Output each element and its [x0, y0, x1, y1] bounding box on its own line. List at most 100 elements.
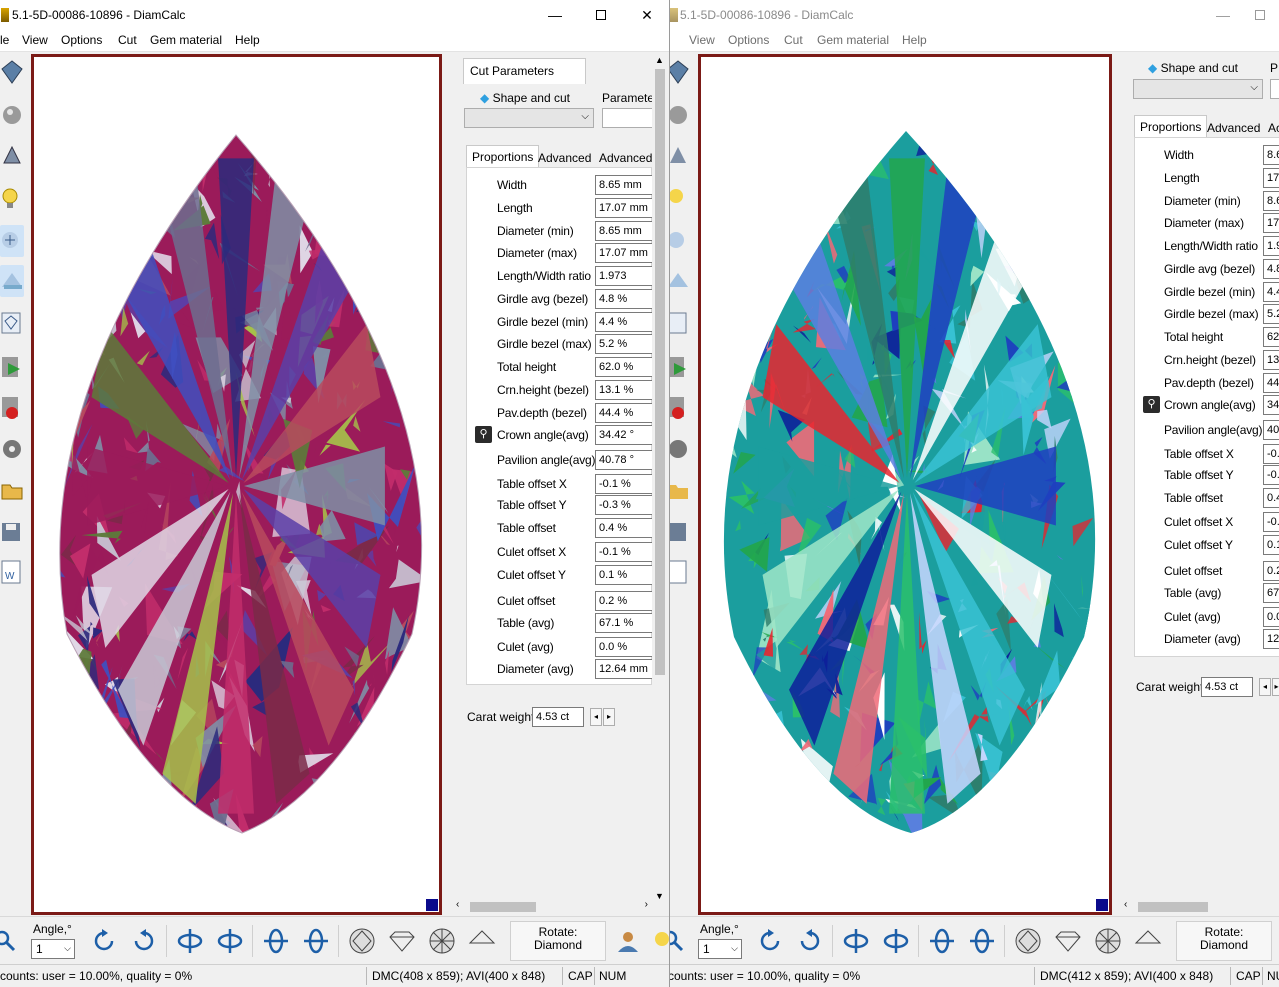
flip-vertical-right-icon[interactable] [880, 925, 912, 957]
param-value-input[interactable]: 67.1 % [595, 613, 653, 633]
play-video-icon[interactable] [0, 351, 24, 383]
pavilion-view-icon[interactable] [1132, 925, 1164, 957]
rotate-cw-icon[interactable] [128, 925, 160, 957]
param-value-input[interactable]: -0. [1263, 465, 1279, 485]
menu-view[interactable]: View [22, 33, 48, 47]
save-icon[interactable] [0, 515, 24, 547]
param-value-input[interactable]: 8.6 [1263, 145, 1279, 165]
diamond-outline-icon[interactable] [668, 307, 692, 339]
param-value-input[interactable]: 4.8 [1263, 259, 1279, 279]
param-value-input[interactable]: 34 [1263, 395, 1279, 415]
param-value-input[interactable]: 13 [1263, 350, 1279, 370]
param-value-input[interactable]: 0.2 [1263, 561, 1279, 581]
carat-decrease-button[interactable]: ◂ [1259, 678, 1271, 696]
tab-cut-parameters[interactable]: Cut Parameters [463, 58, 586, 84]
lock-parameter-icon[interactable]: ⚲ [1143, 396, 1160, 413]
flip-vertical-left-icon[interactable] [840, 925, 872, 957]
document-icon[interactable] [668, 555, 692, 587]
param-value-input[interactable]: 44.4 % [595, 403, 653, 423]
menu-cut[interactable]: Cut [118, 33, 137, 47]
tilt-down-icon[interactable] [300, 925, 332, 957]
top-view-icon[interactable] [346, 925, 378, 957]
param-value-input[interactable]: 0.0 % [595, 637, 653, 657]
subtab-proportions[interactable]: Proportions [466, 145, 540, 167]
param-value-input[interactable]: 17 [1263, 213, 1279, 233]
lightbulb-small-icon[interactable] [646, 925, 669, 957]
rotate-ccw-icon[interactable] [754, 925, 786, 957]
scrollbar-thumb[interactable] [655, 69, 665, 675]
zoom-icon[interactable] [0, 925, 22, 957]
carat-increase-button[interactable]: ▸ [603, 708, 615, 726]
angle-select[interactable]: 1 ⌵ [31, 939, 75, 959]
spectrum-icon[interactable] [0, 265, 24, 297]
panel-horizontal-scrollbar[interactable]: ‹ › [454, 898, 650, 915]
menu-help[interactable]: Help [235, 33, 260, 47]
param-value-input[interactable]: 0.1 [1263, 535, 1279, 555]
subtab-advanced-2[interactable]: Advanced [594, 147, 657, 169]
param-value-input[interactable]: 1.973 [595, 266, 653, 286]
save-icon[interactable] [668, 515, 692, 547]
light-source-icon[interactable] [668, 141, 692, 173]
menu-help[interactable]: Help [902, 33, 927, 47]
open-folder-icon[interactable] [0, 473, 24, 505]
diamond-view-left[interactable] [31, 54, 442, 915]
reel-icon[interactable] [0, 431, 24, 463]
diamond-view-right[interactable] [698, 54, 1112, 915]
lock-parameter-icon[interactable]: ⚲ [475, 426, 492, 443]
panel-vertical-scrollbar[interactable]: ▲ ▼ [652, 55, 668, 901]
subtab-advanced[interactable]: Advanced [533, 147, 596, 169]
side-view-icon[interactable] [386, 925, 418, 957]
open-folder-icon[interactable] [668, 473, 692, 505]
param-value-input[interactable]: 5.2 % [595, 334, 653, 354]
param-value-input[interactable]: 13.1 % [595, 380, 653, 400]
shape-and-cut-select[interactable]: ⌵ [1133, 79, 1263, 99]
subtab-advanced[interactable]: Advanced [1202, 117, 1265, 139]
param-value-input[interactable]: -0. [1263, 444, 1279, 464]
param-value-input[interactable]: 0.4 % [595, 518, 653, 538]
minimize-button[interactable]: — [532, 0, 578, 30]
menu-cut[interactable]: Cut [784, 33, 803, 47]
param-value-input[interactable]: 62.0 % [595, 357, 653, 377]
scroll-right-icon[interactable]: › [645, 899, 648, 910]
scroll-down-icon[interactable]: ▼ [655, 891, 664, 901]
document-icon[interactable]: W [0, 555, 24, 587]
menu-gem-material[interactable]: Gem material [817, 33, 889, 47]
param-value-input[interactable]: 0.2 % [595, 591, 653, 611]
param-value-input[interactable]: 17 [1263, 168, 1279, 188]
shape-and-cut-select[interactable]: ⌵ [464, 108, 594, 128]
param-value-input[interactable]: 4.8 % [595, 289, 653, 309]
record-video-icon[interactable] [0, 391, 24, 423]
param-value-input[interactable]: 17.07 mm [595, 198, 653, 218]
param-value-input[interactable]: 8.65 mm [595, 221, 653, 241]
spectrum-icon[interactable] [668, 265, 692, 297]
scroll-left-icon[interactable]: ‹ [456, 899, 459, 910]
carat-weight-input[interactable]: 4.53 ct [1201, 677, 1253, 697]
record-video-icon[interactable] [668, 391, 692, 423]
param-value-input[interactable]: 44 [1263, 373, 1279, 393]
param-value-input[interactable]: 67 [1263, 583, 1279, 603]
param-value-input[interactable]: 0.0 [1263, 607, 1279, 627]
param-value-input[interactable]: -0. [1263, 512, 1279, 532]
menu-gem-material[interactable]: Gem material [150, 33, 222, 47]
tilt-up-icon[interactable] [926, 925, 958, 957]
maximize-button[interactable] [1240, 0, 1279, 30]
horizontal-scroll-thumb[interactable] [470, 902, 536, 912]
close-button[interactable]: ✕ [624, 0, 669, 30]
subtab-proportions[interactable]: Proportions [1134, 115, 1208, 137]
user-rotate-icon[interactable] [612, 925, 644, 957]
param-value-input[interactable]: 8.6 [1263, 191, 1279, 211]
param-value-input[interactable]: -0.1 % [595, 542, 653, 562]
rotate-ccw-icon[interactable] [88, 925, 120, 957]
scroll-left-icon[interactable]: ‹ [1124, 899, 1127, 910]
zoom-icon[interactable] [668, 925, 690, 957]
side-view-icon[interactable] [1052, 925, 1084, 957]
param-value-input[interactable]: 40.78 ° [595, 450, 653, 470]
carat-weight-input[interactable]: 4.53 ct [532, 707, 584, 727]
param-value-input[interactable]: -0.1 % [595, 474, 653, 494]
horizontal-scroll-thumb[interactable] [1138, 902, 1208, 912]
param-value-input[interactable]: 0.1 % [595, 565, 653, 585]
parameter-input[interactable] [1270, 79, 1279, 99]
menu-file[interactable]: le [0, 33, 9, 47]
diamond-view-icon[interactable] [668, 57, 692, 89]
flip-vertical-right-icon[interactable] [214, 925, 246, 957]
